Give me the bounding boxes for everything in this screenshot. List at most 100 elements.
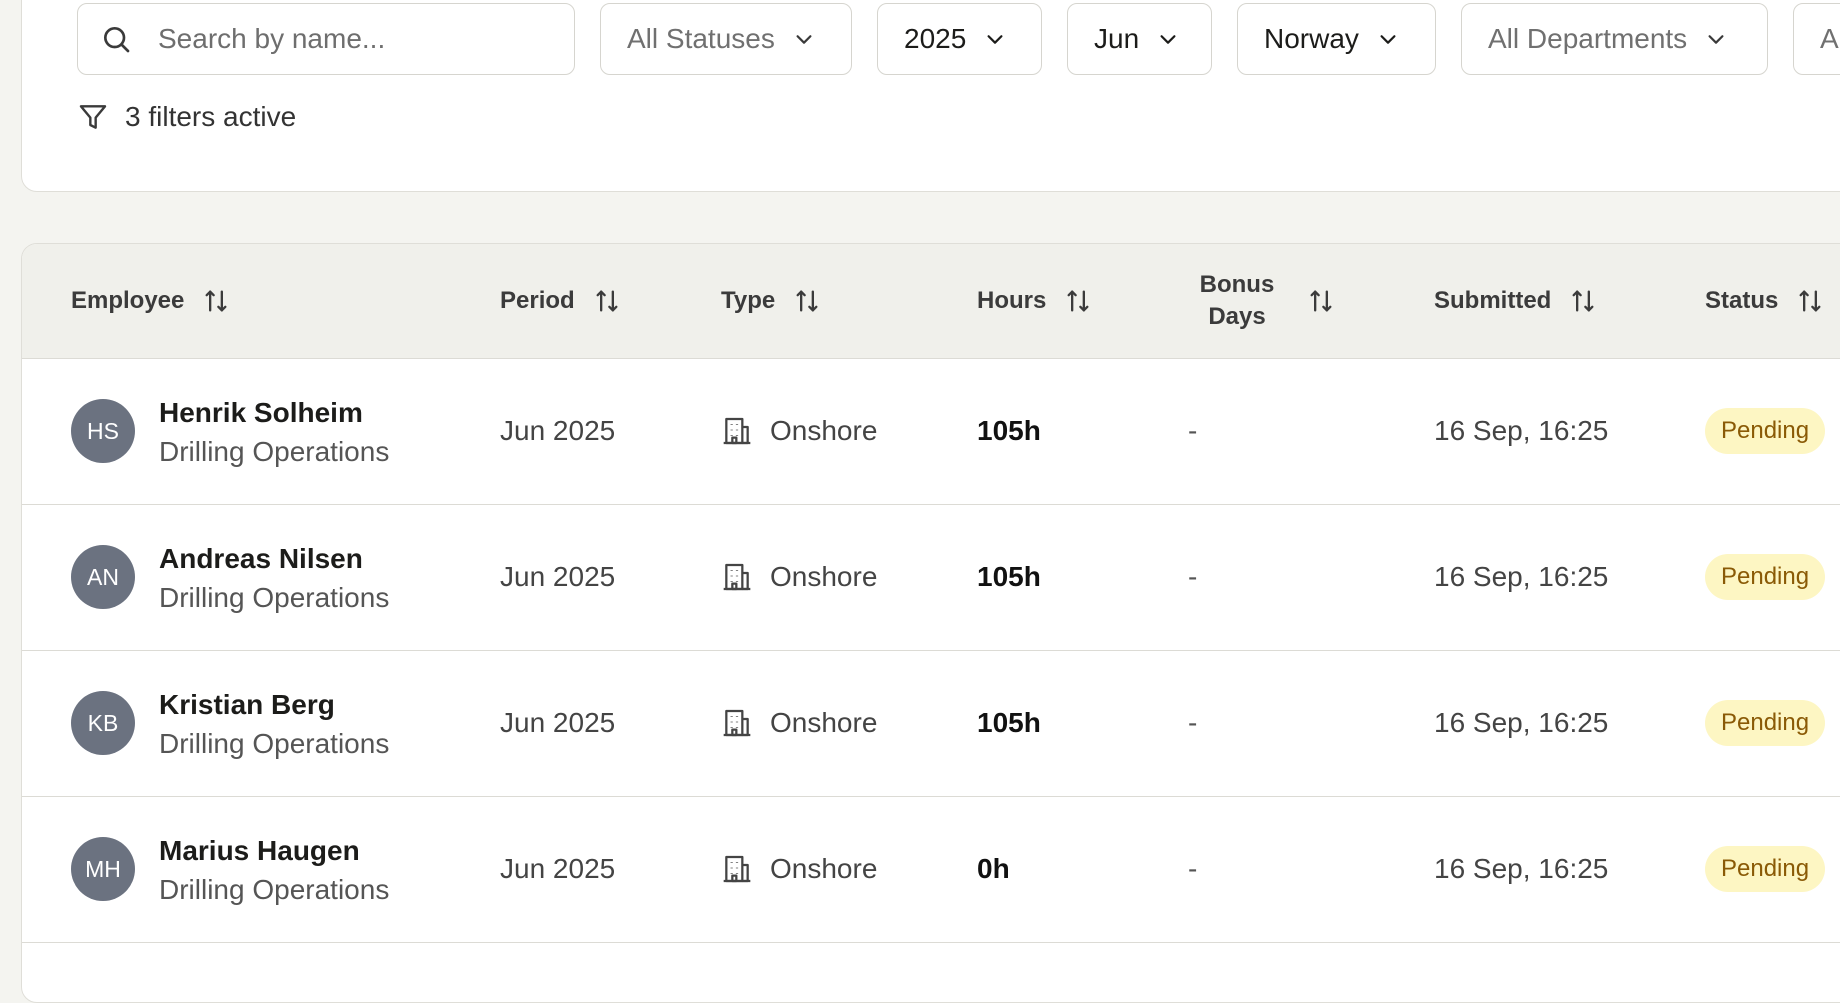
year-filter-select[interactable]: 2025 <box>877 3 1042 75</box>
bonus-days-cell: - <box>1188 415 1198 446</box>
building-icon <box>723 855 751 883</box>
type-cell: Onshore <box>721 504 877 650</box>
column-label-line: Bonus <box>1199 271 1275 298</box>
type-cell: Onshore <box>721 358 877 504</box>
chevron-down-icon <box>1708 35 1724 44</box>
submitted-cell: 16 Sep, 16:25 <box>1434 415 1609 446</box>
column-label: Hours <box>977 287 1047 314</box>
column-header-type[interactable]: Type <box>721 244 821 358</box>
table-row[interactable]: MH Marius Haugen Drilling Operations Jun… <box>22 796 1840 943</box>
country-filter-select[interactable]: Norway <box>1237 3 1436 75</box>
column-label: Bonus Days <box>1189 269 1285 333</box>
building-icon <box>723 563 751 591</box>
type-label: Onshore <box>770 707 878 738</box>
avatar: MH <box>71 837 135 901</box>
sort-arrows-icon <box>796 290 818 312</box>
employee-department: Drilling Operations <box>159 728 390 759</box>
column-label: Type <box>721 287 776 314</box>
column-header-period[interactable]: Period <box>500 244 621 358</box>
employee-department: Drilling Operations <box>159 582 390 613</box>
search-input[interactable] <box>158 23 538 55</box>
sort-arrows-icon <box>205 290 227 312</box>
employee-cell: Andreas Nilsen Drilling Operations <box>159 540 389 618</box>
table-row[interactable]: HS Henrik Solheim Drilling Operations Ju… <box>22 358 1840 505</box>
column-header-employee[interactable]: Employee <box>71 244 230 358</box>
search-icon <box>104 27 130 53</box>
sort-arrows-icon <box>1572 290 1594 312</box>
country-filter-value: Norway <box>1264 23 1359 54</box>
type-label: Onshore <box>770 415 878 446</box>
period-cell: Jun 2025 <box>500 853 616 884</box>
avatar: HS <box>71 399 135 463</box>
column-label: Submitted <box>1434 287 1552 314</box>
period-cell: Jun 2025 <box>500 707 616 738</box>
submitted-cell: 16 Sep, 16:25 <box>1434 561 1609 592</box>
status-filter-select[interactable]: All Statuses <box>600 3 852 75</box>
sort-arrows-icon <box>1799 290 1821 312</box>
table-row[interactable]: KB Kristian Berg Drilling Operations Jun… <box>22 650 1840 797</box>
column-label: Period <box>500 287 575 314</box>
column-header-status[interactable]: Status <box>1705 244 1824 358</box>
building-icon <box>723 709 751 737</box>
column-label-line: Days <box>1208 303 1266 330</box>
column-header-hours[interactable]: Hours <box>977 244 1092 358</box>
search-field[interactable] <box>77 3 575 75</box>
column-label: Status <box>1705 287 1779 314</box>
department-filter-select[interactable]: All Departments <box>1461 3 1768 75</box>
employee-department: Drilling Operations <box>159 436 390 467</box>
filter-icon <box>79 105 107 129</box>
column-header-bonus-days[interactable]: Bonus Days <box>1189 244 1335 358</box>
year-filter-value: 2025 <box>904 23 967 54</box>
chevron-down-icon <box>987 35 1003 44</box>
bonus-days-cell: - <box>1188 853 1198 884</box>
type-cell: Onshore <box>721 796 877 942</box>
chevron-down-icon <box>1380 35 1396 44</box>
hours-cell: 105h <box>977 561 1041 592</box>
employee-cell: Marius Haugen Drilling Operations <box>159 832 389 910</box>
type-cell: Onshore <box>721 650 877 796</box>
column-header-submitted[interactable]: Submitted <box>1434 244 1597 358</box>
period-cell: Jun 2025 <box>500 561 616 592</box>
avatar: AN <box>71 545 135 609</box>
column-label: Employee <box>71 287 185 314</box>
employee-department: Drilling Operations <box>159 874 390 905</box>
extra-filter-value: All A <box>1820 23 1840 54</box>
employee-name[interactable]: Marius Haugen <box>159 832 389 870</box>
employee-cell: Henrik Solheim Drilling Operations <box>159 394 389 472</box>
sort-arrows-icon <box>1310 290 1332 312</box>
extra-filter-select[interactable]: All A <box>1793 3 1840 75</box>
month-filter-value: Jun <box>1094 23 1140 54</box>
submissions-table: Employee Period Type Hours Bonus Days Su… <box>21 243 1840 1003</box>
bonus-days-cell: - <box>1188 561 1198 592</box>
employee-cell: Kristian Berg Drilling Operations <box>159 686 389 764</box>
active-filters-label: 3 filters active <box>125 101 297 132</box>
type-label: Onshore <box>770 853 878 884</box>
hours-cell: 105h <box>977 415 1041 446</box>
avatar: KB <box>71 691 135 755</box>
period-cell: Jun 2025 <box>500 415 616 446</box>
status-badge: Pending <box>1705 846 1826 892</box>
employee-name[interactable]: Henrik Solheim <box>159 394 389 432</box>
month-filter-select[interactable]: Jun <box>1067 3 1212 75</box>
type-label: Onshore <box>770 561 878 592</box>
hours-cell: 105h <box>977 707 1041 738</box>
chevron-down-icon <box>796 35 812 44</box>
sort-arrows-icon <box>1067 290 1089 312</box>
building-icon <box>723 417 751 445</box>
bonus-days-cell: - <box>1188 707 1198 738</box>
table-row[interactable]: AN Andreas Nilsen Drilling Operations Ju… <box>22 504 1840 651</box>
status-filter-value: All Statuses <box>627 23 775 54</box>
table-header: Employee Period Type Hours Bonus Days Su… <box>22 244 1840 359</box>
status-badge: Pending <box>1705 554 1826 600</box>
chevron-down-icon <box>1160 35 1176 44</box>
active-filters-indicator: 3 filters active <box>77 101 296 133</box>
employee-name[interactable]: Kristian Berg <box>159 686 389 724</box>
employee-name[interactable]: Andreas Nilsen <box>159 540 389 578</box>
filter-panel: All Statuses 2025 Jun Norway All Departm… <box>21 0 1840 192</box>
hours-cell: 0h <box>977 853 1010 884</box>
sort-arrows-icon <box>596 290 618 312</box>
submitted-cell: 16 Sep, 16:25 <box>1434 707 1609 738</box>
status-badge: Pending <box>1705 408 1826 454</box>
status-badge: Pending <box>1705 700 1826 746</box>
submitted-cell: 16 Sep, 16:25 <box>1434 853 1609 884</box>
